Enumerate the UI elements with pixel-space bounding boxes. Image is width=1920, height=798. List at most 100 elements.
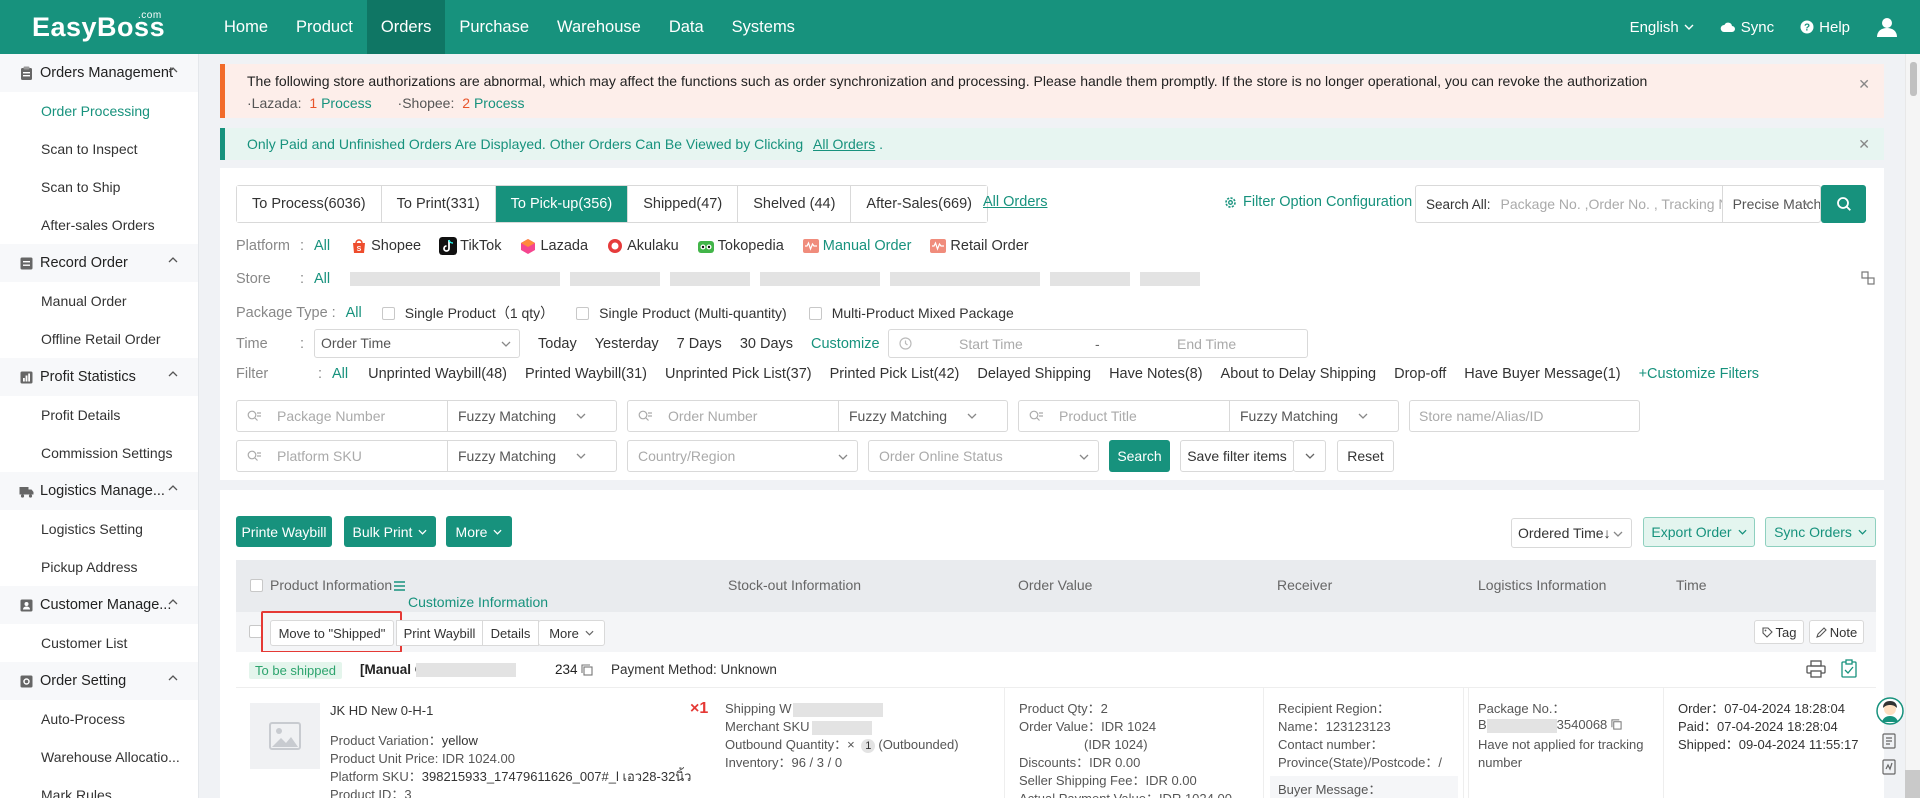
tab-shipped[interactable]: Shipped(47) [628,186,739,222]
time-customize[interactable]: Customize [811,336,880,352]
sidebar-group-customer-management[interactable]: Customer Manage... [0,586,198,624]
store-redacted[interactable] [760,272,881,286]
move-to-shipped-button[interactable]: Move to "Shipped" [270,620,394,646]
platform-retail-order[interactable]: Retail Order [929,237,1029,255]
tab-shelved[interactable]: Shelved (44) [738,186,852,222]
sync-orders-button[interactable]: Sync Orders [1765,517,1876,547]
platform-sku-input[interactable]: Platform SKU [277,448,447,464]
store-redacted[interactable] [1140,272,1201,286]
details-button[interactable]: Details [482,620,539,646]
sidebar-item-manual-order[interactable]: Manual Order [0,282,198,320]
title-fuzzy-select[interactable]: Fuzzy Matching [1229,401,1377,431]
filter-all[interactable]: All [332,366,348,382]
row-more-button[interactable]: More [538,620,605,646]
product-title-input[interactable]: Product Title [1059,408,1229,424]
order-fuzzy-select[interactable]: Fuzzy Matching [838,401,986,431]
customize-information-link[interactable]: Customize Information [394,577,548,610]
tag-button[interactable]: Tag [1754,620,1804,644]
filter-about-to-delay[interactable]: About to Delay Shipping [1221,366,1377,382]
sidebar-item-pickup-address[interactable]: Pickup Address [0,548,198,586]
copy-icon[interactable] [581,664,593,676]
order-number-field[interactable]: Order Number Fuzzy Matching [627,400,1008,432]
filter-buyer-message[interactable]: Have Buyer Message(1) [1464,366,1620,382]
sidebar-item-scan-to-inspect[interactable]: Scan to Inspect [0,130,198,168]
platform-shopee[interactable]: S Shopee [350,237,421,255]
product-image[interactable] [250,703,320,769]
package-number-field[interactable]: Package Number Fuzzy Matching [236,400,617,432]
nav-product[interactable]: Product [282,0,367,54]
order-number-input[interactable]: Order Number [668,408,838,424]
sidebar-item-profit-details[interactable]: Profit Details [0,396,198,434]
language-selector[interactable]: English [1630,19,1694,36]
sidebar-item-warehouse-allocation[interactable]: Warehouse Allocatio... [0,738,198,776]
sidebar-item-commission-settings[interactable]: Commission Settings [0,434,198,472]
select-all-checkbox[interactable] [250,579,263,592]
feedback-icon[interactable] [1882,759,1896,775]
more-actions-button[interactable]: More [446,516,512,547]
start-time-input[interactable]: Start Time [959,336,1023,352]
logo[interactable]: EasyBoss .com [0,10,196,43]
sidebar-group-profit-statistics[interactable]: Profit Statistics [0,358,198,396]
store-redacted[interactable] [570,272,661,286]
tab-to-pick-up[interactable]: To Pick-up(356) [495,186,629,222]
order-row[interactable]: JK HD New 0-H-1 Product Variation：yellow… [236,688,1876,798]
tab-to-print[interactable]: To Print(331) [381,186,496,222]
scrollbar-thumb[interactable] [1910,62,1917,96]
nav-orders[interactable]: Orders [366,0,446,54]
match-mode-select[interactable]: Precise Matching [1721,186,1820,222]
store-redacted[interactable] [350,272,561,286]
filter-drop-off[interactable]: Drop-off [1394,366,1446,382]
checkbox[interactable] [381,306,395,320]
shopee-process-link[interactable]: Process [474,95,525,111]
time-30-days[interactable]: 30 Days [740,336,793,352]
sidebar-item-logistics-setting[interactable]: Logistics Setting [0,510,198,548]
store-name-field[interactable]: Store name/Alias/ID [1409,400,1640,432]
order-online-status-select[interactable]: Order Online Status [868,440,1099,472]
nav-home[interactable]: Home [210,0,282,54]
store-all[interactable]: All [314,271,330,287]
filter-have-notes[interactable]: Have Notes(8) [1109,366,1202,382]
sidebar-item-after-sales-orders[interactable]: After-sales Orders [0,206,198,244]
package-type-single[interactable]: Single Product（1 qty） [381,303,554,323]
lazada-process-link[interactable]: Process [321,95,372,111]
customize-filters-link[interactable]: +Customize Filters [1639,366,1759,382]
clipboard-check-icon[interactable] [1841,659,1857,678]
sidebar-item-customer-list[interactable]: Customer List [0,624,198,662]
tab-after-sales[interactable]: After-Sales(669) [851,186,987,222]
reset-button[interactable]: Reset [1337,440,1394,472]
time-today[interactable]: Today [538,336,577,352]
nav-purchase[interactable]: Purchase [445,0,543,54]
filter-search-button[interactable]: Search [1109,440,1170,472]
product-title[interactable]: JK HD New 0-H-1 [330,702,691,720]
checkbox[interactable] [808,306,822,320]
checkbox[interactable] [576,306,590,320]
help-button[interactable]: ? Help [1800,19,1850,36]
platform-sku-field[interactable]: Platform SKU Fuzzy Matching [236,440,617,472]
tab-to-process[interactable]: To Process(6036) [237,186,382,222]
close-icon[interactable]: ✕ [1858,136,1870,153]
sidebar-group-record-order[interactable]: Record Order [0,244,198,282]
date-range-picker[interactable]: Start Time - End Time [888,329,1308,358]
all-orders-link[interactable]: All Orders [983,194,1047,210]
product-title-field[interactable]: Product Title Fuzzy Matching [1018,400,1399,432]
platform-akulaku[interactable]: Akulaku [606,237,679,255]
note-button[interactable]: Note [1809,620,1864,644]
time-yesterday[interactable]: Yesterday [595,336,659,352]
sidebar-group-orders-management[interactable]: Orders Management [0,54,198,92]
platform-all[interactable]: All [314,238,330,254]
search-button[interactable] [1821,185,1866,223]
time-7-days[interactable]: 7 Days [677,336,722,352]
export-order-button[interactable]: Export Order [1643,517,1755,547]
filter-unprinted-waybill[interactable]: Unprinted Waybill(48) [368,366,507,382]
store-redacted[interactable] [1050,272,1131,286]
filter-printed-waybill[interactable]: Printed Waybill(31) [525,366,647,382]
sidebar-group-order-setting[interactable]: Order Setting [0,662,198,700]
sidebar-item-mark-rules[interactable]: Mark Rules [0,776,198,798]
search-all-input[interactable]: Package No. ,Order No. , Tracking No. [1501,196,1722,212]
scrollbar-lower-thumb[interactable] [1905,770,1920,798]
package-type-single-multi[interactable]: Single Product (Multi-quantity) [576,305,787,321]
platform-tiktok[interactable]: TikTok [439,237,501,255]
store-name-input[interactable]: Store name/Alias/ID [1419,408,1544,424]
close-icon[interactable]: ✕ [1858,76,1870,93]
document-icon[interactable] [1882,733,1896,749]
